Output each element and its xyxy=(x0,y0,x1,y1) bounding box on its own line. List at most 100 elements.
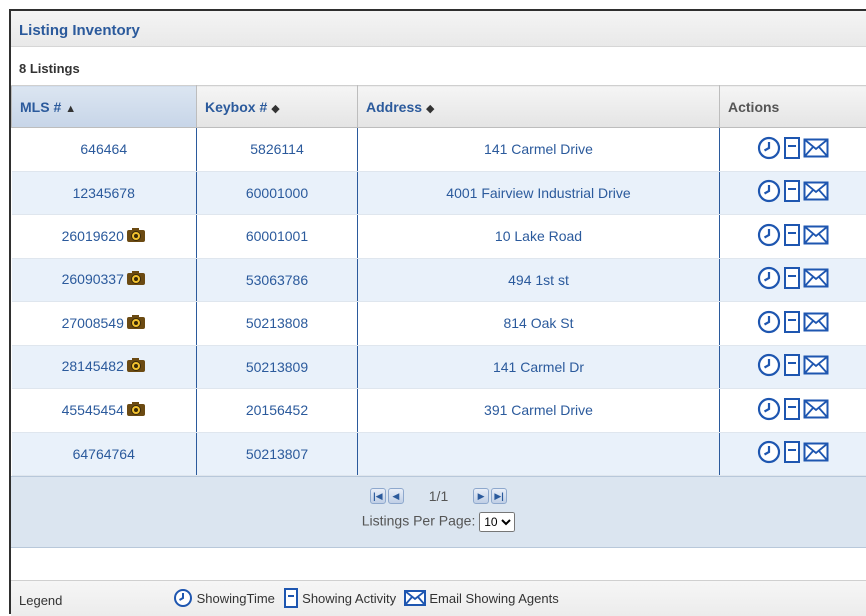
mls-link[interactable]: 64764764 xyxy=(73,446,135,462)
table-row: 26019620 60001001 10 Lake Road xyxy=(12,215,866,259)
per-page-label: Listings Per Page: xyxy=(362,513,476,529)
document-icon[interactable] xyxy=(783,223,801,250)
clock-icon[interactable] xyxy=(757,179,781,206)
keybox-cell: 50213809 xyxy=(197,345,358,389)
keybox-link[interactable]: 50213809 xyxy=(246,359,308,375)
clock-icon[interactable] xyxy=(757,353,781,380)
first-page-button[interactable]: |◀ xyxy=(370,488,386,504)
document-icon[interactable] xyxy=(783,266,801,293)
address-cell: 141 Carmel Drive xyxy=(358,128,720,172)
address-cell: 4001 Fairview Industrial Drive xyxy=(358,171,720,215)
actions-cell xyxy=(720,128,866,172)
address-cell: 141 Carmel Dr xyxy=(358,345,720,389)
legend-label-activity: Showing Activity xyxy=(302,591,396,606)
address-link[interactable]: 141 Carmel Drive xyxy=(484,141,593,157)
document-icon[interactable] xyxy=(783,310,801,337)
page-indicator: 1/1 xyxy=(429,488,448,504)
keybox-link[interactable]: 20156452 xyxy=(246,402,308,418)
address-cell: 814 Oak St xyxy=(358,302,720,346)
mls-cell: 26090337 xyxy=(12,258,197,302)
camera-icon[interactable] xyxy=(126,227,146,246)
keybox-cell: 50213807 xyxy=(197,432,358,476)
keybox-link[interactable]: 50213807 xyxy=(246,446,308,462)
table-row: 26090337 53063786 494 1st st xyxy=(12,258,866,302)
actions-cell xyxy=(720,432,866,476)
prev-page-button[interactable]: ◀ xyxy=(388,488,404,504)
document-icon xyxy=(283,588,299,608)
keybox-cell: 5826114 xyxy=(197,128,358,172)
envelope-icon xyxy=(404,590,426,606)
listings-table: MLS #▲ Keybox #◆ Address◆ Actions 646464… xyxy=(11,85,866,476)
mls-link[interactable]: 28145482 xyxy=(62,358,124,374)
address-link[interactable]: 4001 Fairview Industrial Drive xyxy=(446,185,630,201)
mls-link[interactable]: 646464 xyxy=(80,141,127,157)
keybox-link[interactable]: 60001001 xyxy=(246,228,308,244)
camera-icon[interactable] xyxy=(126,314,146,333)
keybox-link[interactable]: 60001000 xyxy=(246,185,308,201)
clock-icon[interactable] xyxy=(757,440,781,467)
table-body: 646464 5826114 141 Carmel Drive 12345678 600… xyxy=(12,128,866,476)
mls-cell: 27008549 xyxy=(12,302,197,346)
address-link[interactable]: 10 Lake Road xyxy=(495,228,582,244)
table-row: 45545454 20156452 391 Carmel Drive xyxy=(12,389,866,433)
column-header-keybox[interactable]: Keybox #◆ xyxy=(197,86,358,128)
clock-icon[interactable] xyxy=(757,266,781,293)
keybox-link[interactable]: 5826114 xyxy=(250,141,303,157)
envelope-icon[interactable] xyxy=(803,268,829,291)
per-page-select[interactable]: 10 xyxy=(479,512,515,532)
camera-icon[interactable] xyxy=(126,401,146,420)
mls-link[interactable]: 12345678 xyxy=(73,185,135,201)
envelope-icon[interactable] xyxy=(803,442,829,465)
envelope-icon[interactable] xyxy=(803,138,829,161)
mls-link[interactable]: 26090337 xyxy=(62,271,124,287)
mls-cell: 12345678 xyxy=(12,171,197,215)
column-header-address[interactable]: Address◆ xyxy=(358,86,720,128)
table-row: 64764764 50213807 xyxy=(12,432,866,476)
keybox-link[interactable]: 50213808 xyxy=(246,315,308,331)
envelope-icon[interactable] xyxy=(803,225,829,248)
panel-title: Listing Inventory xyxy=(11,11,866,47)
address-link[interactable]: 141 Carmel Dr xyxy=(493,359,584,375)
address-link[interactable]: 494 1st st xyxy=(508,272,569,288)
envelope-icon[interactable] xyxy=(803,399,829,422)
document-icon[interactable] xyxy=(783,353,801,380)
camera-icon[interactable] xyxy=(126,270,146,289)
address-cell xyxy=(358,432,720,476)
document-icon[interactable] xyxy=(783,440,801,467)
mls-cell: 45545454 xyxy=(12,389,197,433)
camera-icon[interactable] xyxy=(126,357,146,376)
document-icon[interactable] xyxy=(783,179,801,206)
column-header-label: MLS # xyxy=(20,99,61,115)
envelope-icon[interactable] xyxy=(803,312,829,335)
mls-cell: 646464 xyxy=(12,128,197,172)
clock-icon[interactable] xyxy=(757,310,781,337)
mls-link[interactable]: 27008549 xyxy=(62,315,124,331)
keybox-cell: 20156452 xyxy=(197,389,358,433)
next-page-button[interactable]: ▶ xyxy=(473,488,489,504)
address-link[interactable]: 814 Oak St xyxy=(503,315,573,331)
actions-cell xyxy=(720,171,866,215)
address-cell: 10 Lake Road xyxy=(358,215,720,259)
clock-icon xyxy=(173,588,193,608)
envelope-icon[interactable] xyxy=(803,355,829,378)
document-icon[interactable] xyxy=(783,397,801,424)
keybox-link[interactable]: 53063786 xyxy=(246,272,308,288)
mls-link[interactable]: 45545454 xyxy=(62,402,124,418)
document-icon[interactable] xyxy=(783,136,801,163)
clock-icon[interactable] xyxy=(757,397,781,424)
address-link[interactable]: 391 Carmel Drive xyxy=(484,402,593,418)
actions-cell xyxy=(720,302,866,346)
mls-link[interactable]: 26019620 xyxy=(62,228,124,244)
listing-count: 8 Listings xyxy=(11,47,866,85)
last-page-button[interactable]: ▶| xyxy=(491,488,507,504)
legend-title: Legend xyxy=(19,593,62,608)
table-row: 646464 5826114 141 Carmel Drive xyxy=(12,128,866,172)
clock-icon[interactable] xyxy=(757,223,781,250)
sort-both-icon: ◆ xyxy=(271,103,279,115)
envelope-icon[interactable] xyxy=(803,181,829,204)
column-header-label: Address xyxy=(366,99,422,115)
table-row: 12345678 60001000 4001 Fairview Industrial… xyxy=(12,171,866,215)
column-header-mls[interactable]: MLS #▲ xyxy=(12,86,197,128)
pagination-bar: |◀◀ 1/1 ▶▶| Listings Per Page: 10 xyxy=(11,476,866,548)
clock-icon[interactable] xyxy=(757,136,781,163)
